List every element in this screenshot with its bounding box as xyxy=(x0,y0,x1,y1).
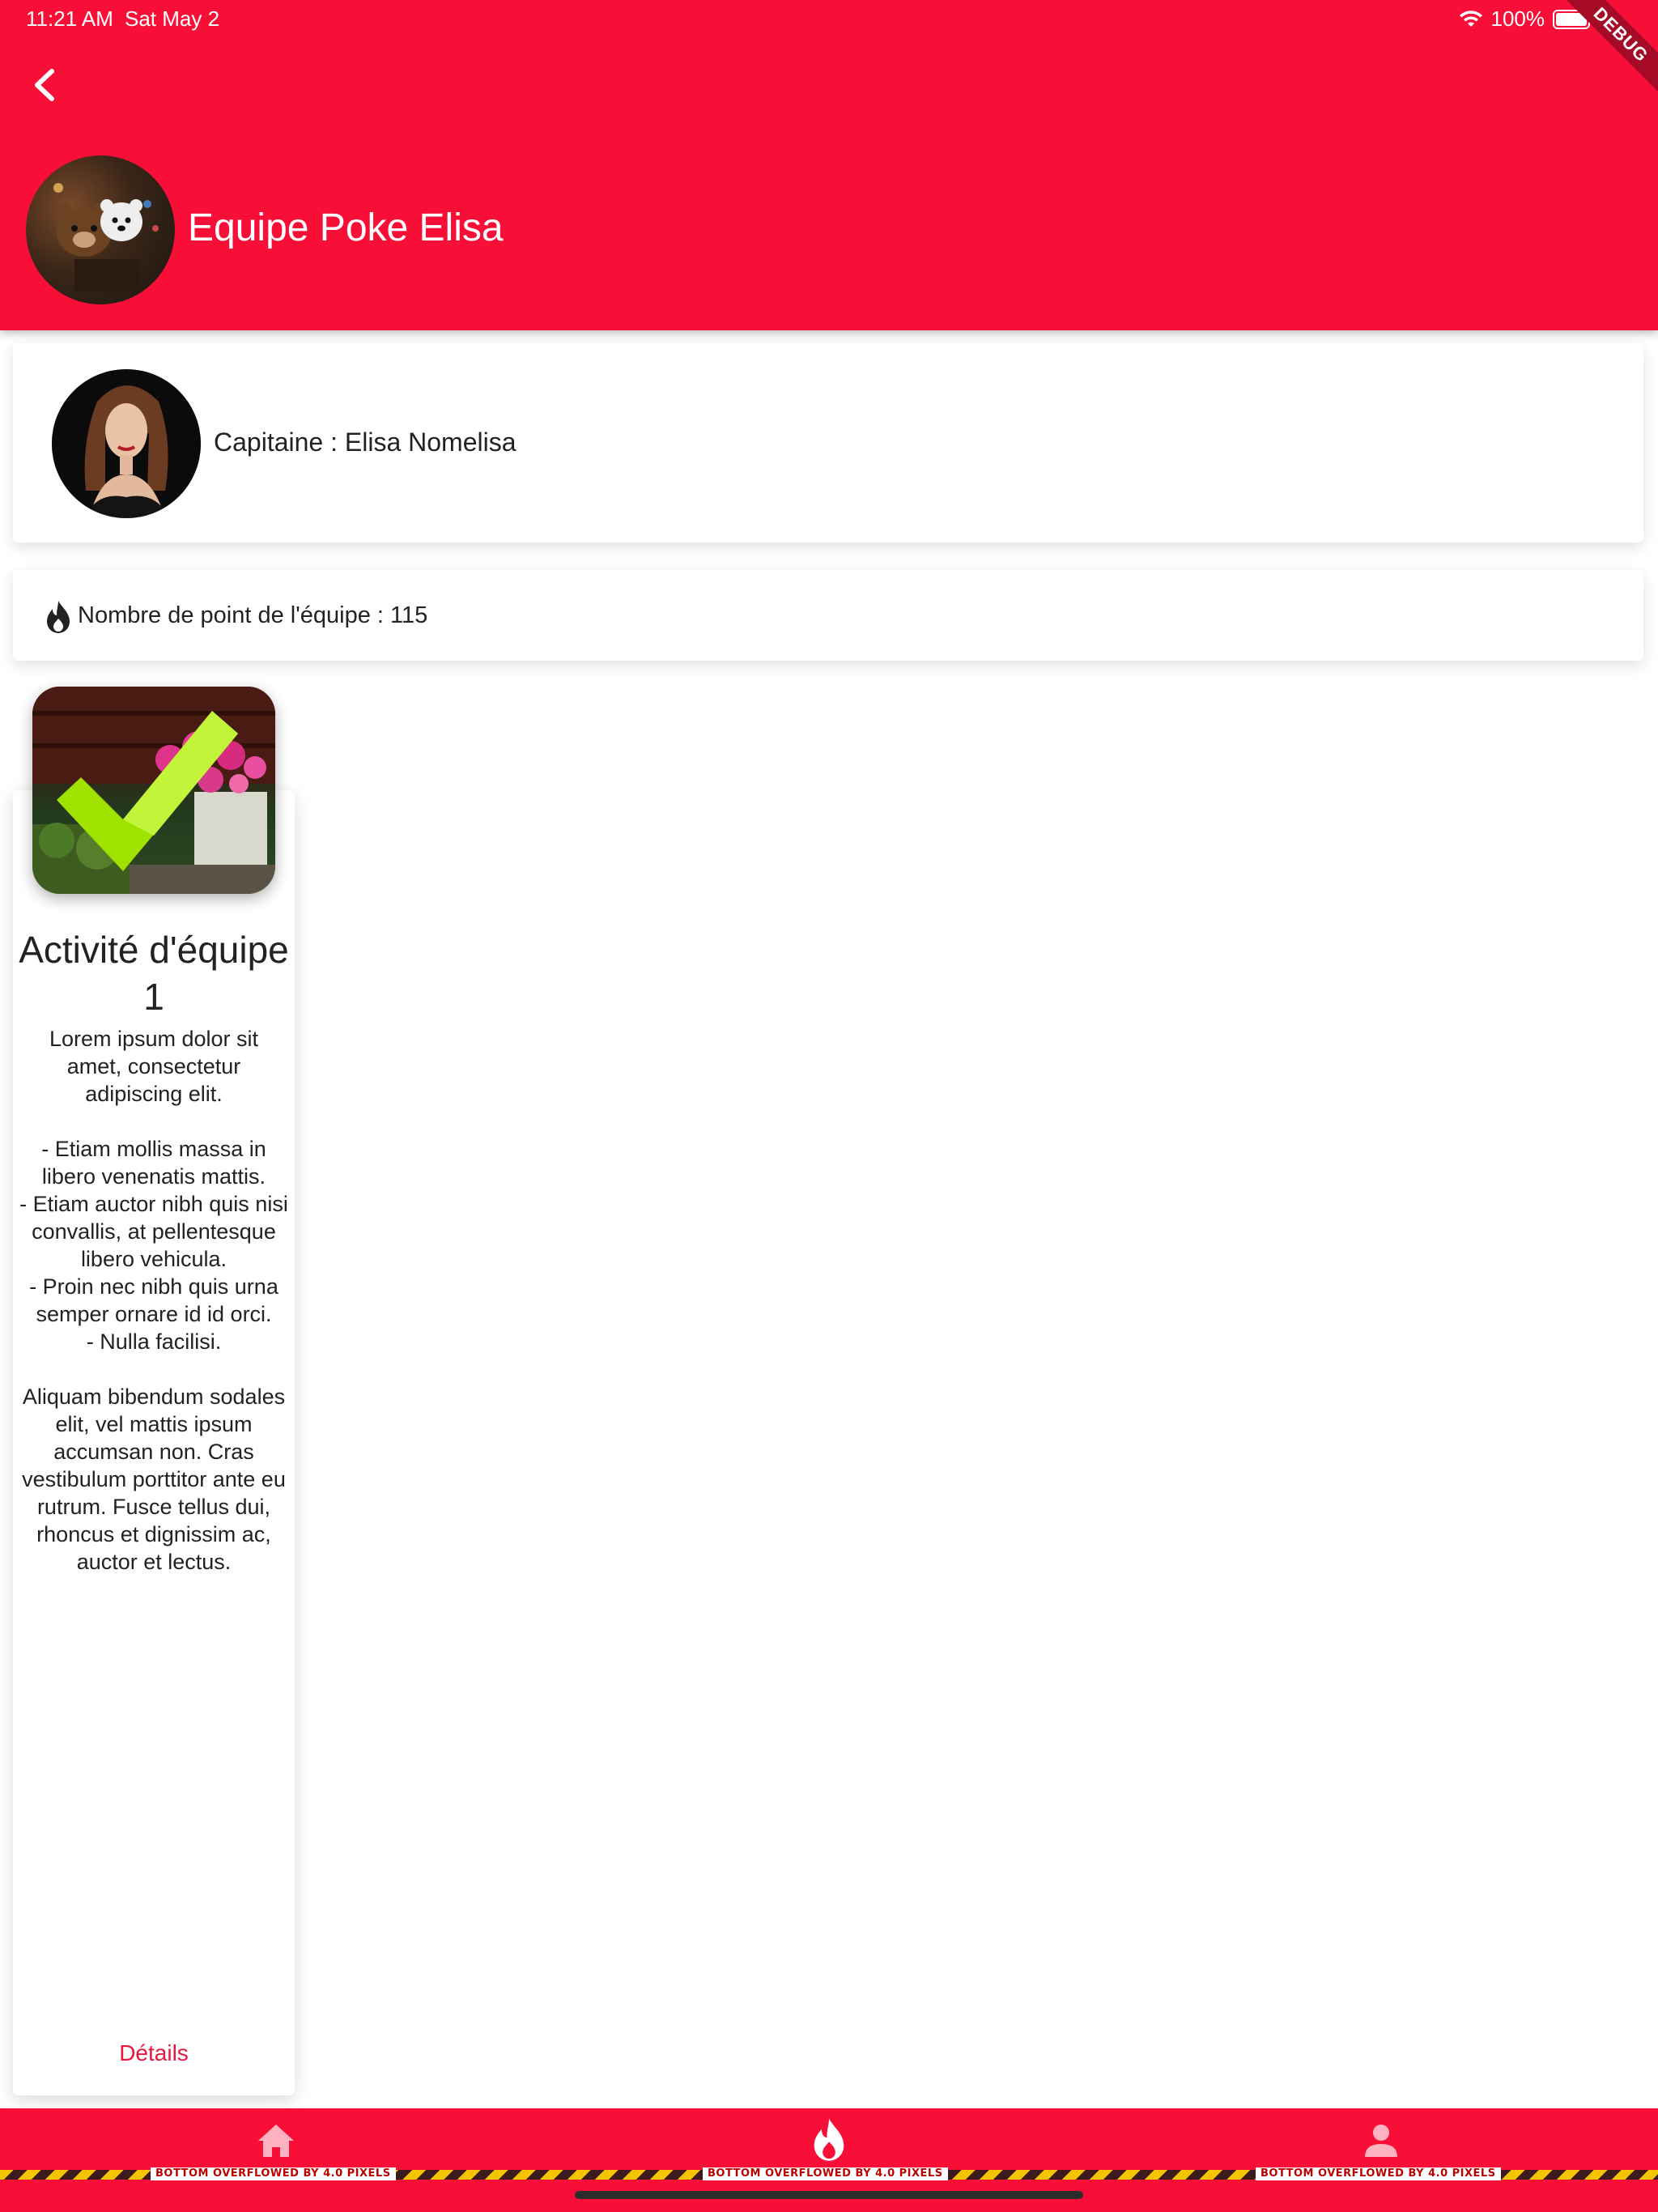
activity-title: Activité d'équipe 1 xyxy=(19,929,289,1018)
team-name: Equipe Poke Elisa xyxy=(188,206,504,249)
overflow-warning-label: BOTTOM OVERFLOWED BY 4.0 PIXELS xyxy=(703,2167,948,2180)
captain-portrait-image xyxy=(52,369,201,518)
screen: 11:21 AM Sat May 2 100% DEBUG Equipe Pok… xyxy=(0,0,1658,2212)
nav-item-home[interactable] xyxy=(252,2116,300,2165)
activity-description: Lorem ipsum dolor sit amet, consectetur … xyxy=(19,1027,288,1574)
status-date: Sat May 2 xyxy=(125,6,220,31)
status-time: 11:21 AM xyxy=(26,6,113,31)
home-indicator[interactable] xyxy=(575,2191,1083,2199)
team-avatar xyxy=(26,155,175,304)
checkmark-flowers-image xyxy=(32,687,275,894)
wifi-icon xyxy=(1459,10,1482,27)
captain-card: Capitaine : Elisa Nomelisa xyxy=(13,343,1643,542)
status-bar: 11:21 AM Sat May 2 100% DEBUG xyxy=(0,0,1658,102)
chevron-left-icon xyxy=(35,69,54,101)
flame-icon xyxy=(814,2118,844,2161)
status-indicators: 100% xyxy=(1459,6,1593,32)
captain-label: Capitaine : Elisa Nomelisa xyxy=(214,428,517,457)
captain-avatar xyxy=(52,369,201,518)
activity-image xyxy=(32,687,275,894)
points-card: Nombre de point de l'équipe : 115 xyxy=(13,570,1643,661)
overflow-warning-label: BOTTOM OVERFLOWED BY 4.0 PIXELS xyxy=(1256,2167,1501,2180)
home-icon xyxy=(258,2125,294,2157)
nav-item-activities[interactable] xyxy=(805,2116,853,2165)
team-points-label: Nombre de point de l'équipe : 115 xyxy=(78,602,428,628)
person-icon xyxy=(1365,2125,1397,2157)
details-button[interactable]: Détails xyxy=(13,2040,295,2066)
nav-item-profile[interactable] xyxy=(1357,2116,1405,2165)
bear-figures-image xyxy=(53,183,159,291)
flame-icon xyxy=(47,601,70,633)
battery-percent: 100% xyxy=(1490,6,1545,31)
overflow-warning-label: BOTTOM OVERFLOWED BY 4.0 PIXELS xyxy=(151,2167,396,2180)
back-button[interactable] xyxy=(24,57,68,113)
app-header: 11:21 AM Sat May 2 100% DEBUG Equipe Pok… xyxy=(0,0,1658,330)
